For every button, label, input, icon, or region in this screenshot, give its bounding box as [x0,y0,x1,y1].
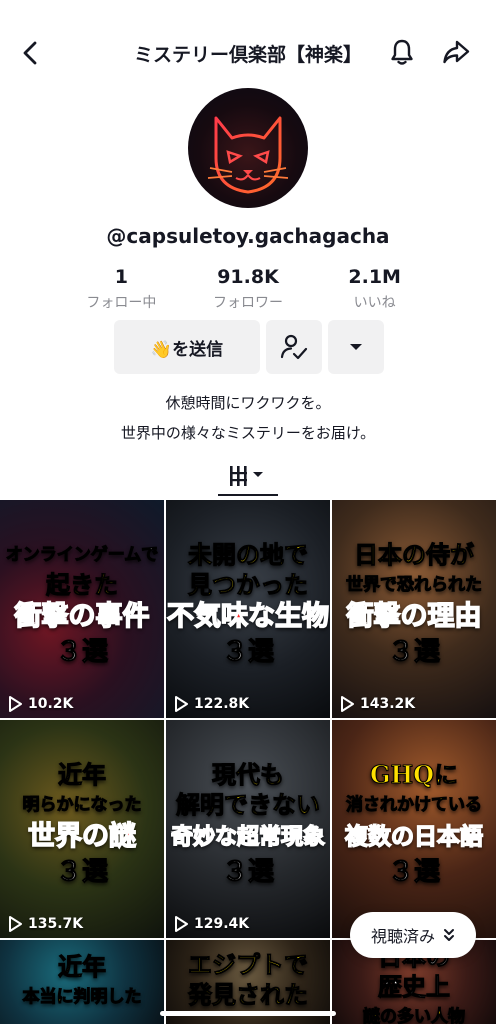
profile-actions: 👋を送信 [114,320,384,374]
view-count: 129.4K [174,916,249,932]
view-count-value: 10.2K [28,696,74,712]
video-tile[interactable]: オンラインゲームで 起きた 衝撃の事件 ３選 10.2K [0,500,164,718]
caption-line: 奇妙な超常現象 [170,823,326,851]
caption-line: ３選 [221,857,274,888]
caret-down-icon [350,344,362,350]
caption-line: 解明できない [176,790,321,820]
view-count-value: 129.4K [194,916,250,932]
caption-line: 現代も [212,760,285,790]
video-caption: 近年 本当に判明した [0,952,164,1012]
video-tile[interactable]: GHQに 消されかけている 複数の日本語 ３選 [332,720,496,938]
tab-underline [218,494,278,496]
play-icon [341,696,354,712]
stat-followers[interactable]: 91.8K フォロワー [185,266,312,312]
stat-value: 2.1M [348,266,401,288]
caption-line: GHQに [369,760,459,790]
caption-line: 衝撃の事件 [14,600,151,633]
video-tile[interactable]: 近年 本当に判明した [0,940,164,1024]
stat-label: フォロー中 [86,295,157,311]
view-count: 122.8K [174,696,249,712]
video-caption: 近年 明らかになった 世界の謎 ３選 [0,760,164,890]
caption-line: ３選 [387,857,440,888]
video-caption: 日本の侍が 世界で恐れられた 衝撃の理由 ３選 [332,540,496,670]
share-icon[interactable] [440,36,472,68]
caption-line: 明らかになった [22,795,142,816]
watched-label: 視聴済み [370,927,435,946]
videos-grid-icon [230,466,263,486]
stat-following[interactable]: 1 フォロー中 [58,266,185,312]
caption-line: オンラインゲームで [5,545,159,566]
video-tile[interactable]: 現代も 解明できない 奇妙な超常現象 ３選 129.4K [166,720,330,938]
bio-line: 世界中の様々なミステリーをお届け。 [120,424,376,442]
caption-line: 謎の多い人物 [363,1007,466,1024]
caption-line: 起きた [46,570,119,600]
video-caption: GHQに 消されかけている 複数の日本語 ３選 [332,760,496,890]
caption-line: エジプトで [188,950,309,980]
play-icon [9,696,22,712]
caption-line: ３選 [387,637,440,668]
bell-icon[interactable] [386,36,418,68]
profile-bio: 休憩時間にワクワクを。 世界中の様々なミステリーをお届け。 [0,388,496,448]
stat-likes[interactable]: 2.1M いいね [311,266,438,312]
video-caption: エジプトで 発見された [166,950,330,1010]
stat-label: フォロワー [213,295,283,311]
view-count: 135.7K [8,916,83,932]
stat-value: 1 [114,266,128,288]
double-chevron-down-icon [444,929,454,941]
neon-cat-icon [207,116,289,194]
caption-line: 近年 [58,952,107,982]
video-caption: オンラインゲームで 起きた 衝撃の事件 ３選 [0,540,164,670]
add-friend-button[interactable] [266,320,322,374]
play-icon [175,916,188,932]
stat-value: 91.8K [217,266,279,288]
video-caption: 未開の地で 見つかった 不気味な生物 ３選 [166,540,330,670]
send-wave-button[interactable]: 👋を送信 [114,320,260,374]
caption-line: 衝撃の理由 [346,600,483,633]
page-title: ミステリー倶楽部【神楽】 [133,44,362,66]
username: @capsuletoy.gachagacha [106,224,390,248]
bio-line: 休憩時間にワクワクを。 [165,394,331,412]
video-tile[interactable]: 未開の地で 見つかった 不気味な生物 ３選 122.8K [166,500,330,718]
home-indicator [160,1011,336,1016]
video-caption: 現代も 解明できない 奇妙な超常現象 ３選 [166,760,330,890]
more-options-button[interactable] [328,320,384,374]
caption-line: 消されかけている [346,795,483,816]
caption-line: 見つかった [188,570,309,600]
video-tile[interactable]: 近年 明らかになった 世界の謎 ３選 135.7K [0,720,164,938]
view-count: 10.2K [8,696,73,712]
caption-line: ３選 [55,637,108,668]
profile-stats: 1 フォロー中 91.8K フォロワー 2.1M いいね [58,266,438,312]
view-count-value: 143.2K [360,696,416,712]
caption-line: 日本の侍が [354,540,475,570]
chevron-left-icon[interactable] [16,38,46,68]
stat-label: いいね [353,295,396,311]
avatar[interactable] [188,88,308,208]
top-bar: ミステリー倶楽部【神楽】 [0,30,496,74]
video-tile[interactable]: 日本の侍が 世界で恐れられた 衝撃の理由 ３選 143.2K [332,500,496,718]
tab-videos[interactable] [218,456,278,496]
watched-filter-button[interactable]: 視聴済み [350,912,476,958]
caption-line: 世界で恐れられた [346,575,483,596]
view-count-value: 135.7K [28,916,84,932]
play-icon [175,696,188,712]
caption-line: 未開の地で [188,540,309,570]
caption-line: ３選 [55,857,108,888]
caption-line: 不気味な生物 [166,600,330,633]
caption-line: ３選 [221,637,274,668]
caption-line: 歴史上 [378,972,451,1002]
caption-line: 発見された [188,980,309,1010]
caption-line: 複数の日本語 [344,822,484,851]
caption-line: 世界の謎 [27,820,137,853]
play-icon [9,916,22,932]
view-count-value: 122.8K [194,696,250,712]
person-check-icon [280,334,308,360]
caption-line: 近年 [58,760,107,790]
caption-line: 本当に判明した [22,987,142,1008]
view-count: 143.2K [340,696,415,712]
